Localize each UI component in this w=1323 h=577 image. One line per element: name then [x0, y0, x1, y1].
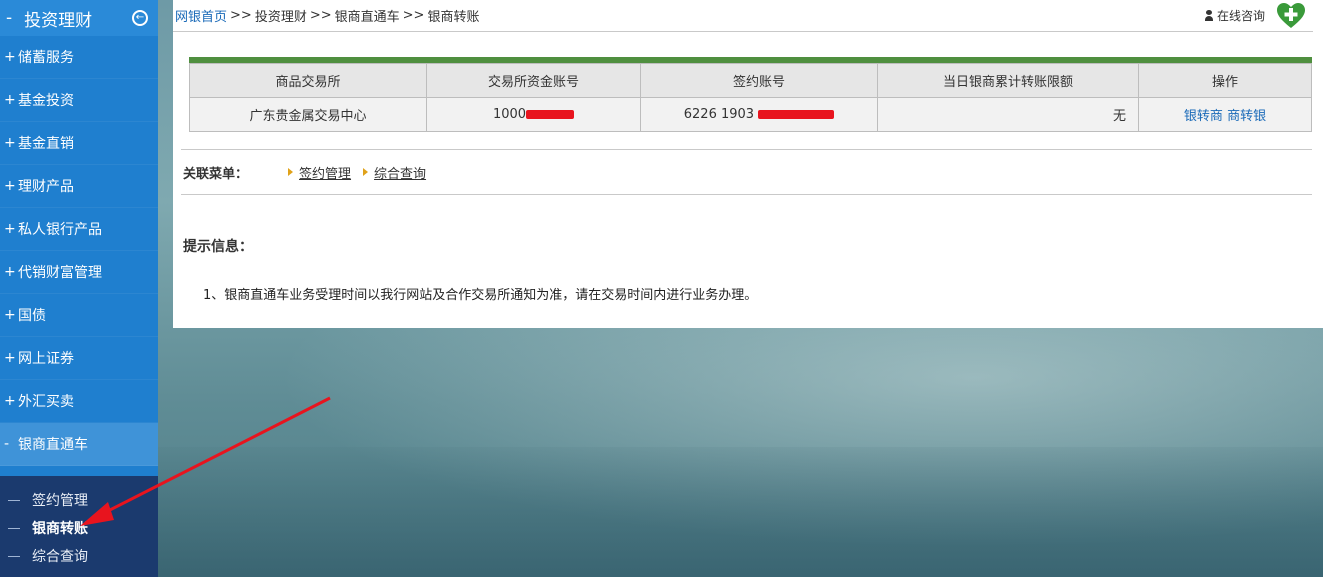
col-header-fund-account: 交易所资金账号 [426, 63, 641, 98]
nav-item-label: 外汇买卖 [18, 394, 74, 410]
sub-item-label: 银商转账 [32, 521, 88, 537]
fund-account-number: 1000 [492, 107, 527, 122]
online-consult-link[interactable]: 在线咨询 [1204, 2, 1313, 29]
related-menu-title: 关联菜单： [183, 166, 249, 182]
nav-item-label: 国债 [18, 308, 46, 324]
related-link-label: 签约管理 [299, 166, 352, 182]
sidebar-title: 投资理财 [24, 10, 93, 31]
redaction-mark [526, 110, 575, 119]
bullet-triangle-icon [363, 168, 369, 176]
cell-transfer-limit: 无 [877, 97, 1139, 132]
expand-sign: + [4, 92, 16, 108]
tree-line [8, 499, 20, 501]
top-bar: 网银首页 >> 投资理财 >> 银商直通车 >> 银商转账 在线咨询 [173, 0, 1313, 32]
nav-item-fund-invest[interactable]: + 基金投资 [0, 79, 158, 122]
expand-sign: + [4, 135, 16, 151]
nav-item-label: 理财产品 [18, 179, 74, 195]
expand-sign: + [4, 49, 16, 65]
account-table: 商品交易所 交易所资金账号 签约账号 当日银商累计转账限额 操作 广东贵金属交易… [189, 63, 1312, 132]
nav-item-fund-direct[interactable]: + 基金直销 [0, 122, 158, 165]
related-link-sign-management[interactable]: 签约管理 [288, 163, 351, 182]
sub-item-composite-query[interactable]: 综合查询 [0, 542, 158, 570]
breadcrumb-separator: >> [309, 8, 332, 23]
table-header-row: 商品交易所 交易所资金账号 签约账号 当日银商累计转账限额 操作 [189, 63, 1312, 98]
background-scenery [158, 328, 1323, 577]
nav-item-bank-securities[interactable]: - 银商直通车 [0, 423, 158, 466]
related-link-label: 综合查询 [374, 166, 427, 182]
tips-title: 提示信息： [183, 239, 253, 255]
online-consult-label: 在线咨询 [1216, 9, 1265, 23]
submenu: 签约管理 银商转账 综合查询 [0, 476, 158, 577]
breadcrumb-home-link[interactable]: 网银首页 [175, 6, 227, 25]
nav-item-private-banking[interactable]: + 私人银行产品 [0, 208, 158, 251]
tree-line [8, 555, 20, 557]
collapse-sign: - [6, 8, 13, 28]
tree-line [8, 527, 20, 529]
breadcrumb-separator: >> [230, 8, 252, 23]
sub-item-bank-securities-transfer[interactable]: 银商转账 [0, 514, 158, 542]
sign-account-number: 6226 1903 [683, 107, 755, 122]
collapse-circle-icon[interactable]: ← [132, 10, 148, 26]
sub-item-sign-management[interactable]: 签约管理 [0, 486, 158, 514]
account-table-wrapper: 商品交易所 交易所资金账号 签约账号 当日银商累计转账限额 操作 广东贵金属交易… [189, 57, 1312, 132]
nav-item-label: 网上证券 [18, 351, 74, 367]
breadcrumb-level1: 投资理财 [254, 10, 307, 25]
nav-item-treasury-bonds[interactable]: + 国债 [0, 294, 158, 337]
bullet-triangle-icon [288, 168, 294, 176]
breadcrumb-level2: 银商直通车 [334, 10, 400, 25]
col-header-transfer-limit: 当日银商累计转账限额 [877, 63, 1139, 98]
nav-item-online-securities[interactable]: + 网上证券 [0, 337, 158, 380]
person-icon [1204, 10, 1213, 21]
cell-fund-account: 1000 [426, 97, 641, 132]
tips-line: 1、银商直通车业务受理时间以我行网站及合作交易所通知为准，请在交易时间内进行业务… [203, 288, 758, 303]
sidebar-header[interactable]: - 投资理财 ← [0, 0, 158, 36]
sub-item-label: 综合查询 [32, 549, 88, 565]
expand-sign: + [4, 307, 16, 323]
related-link-composite-query[interactable]: 综合查询 [363, 163, 426, 182]
nav-item-label: 银商直通车 [18, 437, 88, 453]
col-header-sign-account: 签约账号 [640, 63, 878, 98]
nav-item-wealth-products[interactable]: + 理财产品 [0, 165, 158, 208]
table-row: 广东贵金属交易中心 1000 6226 1903 无 银转商 商转银 [189, 97, 1312, 132]
expand-sign: + [4, 221, 16, 237]
background-water [158, 447, 1323, 577]
nav-item-forex[interactable]: + 外汇买卖 [0, 380, 158, 423]
cell-operation: 银转商 商转银 [1138, 97, 1312, 132]
main-panel: 网银首页 >> 投资理财 >> 银商直通车 >> 银商转账 在线咨询 商品交易所… [173, 0, 1323, 328]
redaction-mark [758, 110, 835, 119]
nav-item-savings[interactable]: + 储蓄服务 [0, 36, 158, 79]
add-heart-icon[interactable] [1277, 2, 1305, 29]
breadcrumb-separator: >> [402, 8, 425, 23]
sub-item-label: 签约管理 [32, 493, 88, 509]
bank-to-securities-link[interactable]: 银转商 [1184, 109, 1223, 124]
cell-exchange: 广东贵金属交易中心 [189, 97, 427, 132]
related-menu-bar: 关联菜单： 签约管理 综合查询 [181, 149, 1312, 195]
col-header-operation: 操作 [1138, 63, 1312, 98]
nav-item-agency-wealth[interactable]: + 代销财富管理 [0, 251, 158, 294]
securities-to-bank-link[interactable]: 商转银 [1227, 109, 1266, 124]
nav-item-label: 基金直销 [18, 136, 74, 152]
nav-item-label: 基金投资 [18, 93, 74, 109]
expand-sign: + [4, 264, 16, 280]
expand-sign: + [4, 178, 16, 194]
nav-item-label: 储蓄服务 [18, 50, 74, 66]
expand-sign: + [4, 393, 16, 409]
collapse-sign: - [4, 436, 10, 452]
nav-item-label: 私人银行产品 [18, 222, 102, 238]
breadcrumb-current: 银商转账 [427, 10, 480, 25]
cell-sign-account: 6226 1903 [640, 97, 878, 132]
expand-sign: + [4, 350, 16, 366]
col-header-exchange: 商品交易所 [189, 63, 427, 98]
nav-item-label: 代销财富管理 [18, 265, 102, 281]
